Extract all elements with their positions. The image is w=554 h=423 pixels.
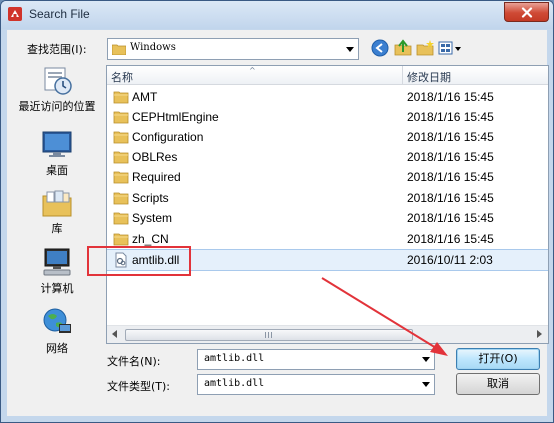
- filename-label: 文件名(N):: [107, 355, 161, 368]
- app-icon: [8, 7, 22, 21]
- file-date: 2018/1/16 15:45: [407, 150, 494, 164]
- view-menu-icon[interactable]: [438, 39, 462, 57]
- lookin-label: 查找范围(I):: [27, 43, 87, 56]
- new-folder-icon[interactable]: [416, 39, 434, 57]
- back-icon[interactable]: [371, 39, 389, 57]
- chevron-down-icon: [421, 357, 430, 362]
- filetype-value: amtlib.dll: [204, 378, 265, 389]
- list-item[interactable]: System 2018/1/16 15:45: [107, 208, 548, 228]
- file-name: System: [132, 211, 173, 225]
- column-divider[interactable]: [402, 66, 403, 84]
- file-name: CEPHtmlEngine: [132, 110, 219, 124]
- file-date: 2018/1/16 15:45: [407, 130, 494, 144]
- file-list[interactable]: ^ 名称 修改日期 AMT 2018/1/16 15:45 CEPHtmlEng…: [106, 65, 549, 344]
- file-name: OBLRes: [132, 150, 178, 164]
- window-title: Search File: [29, 7, 90, 21]
- sort-ascending-icon: ^: [249, 66, 256, 75]
- horizontal-scrollbar[interactable]: [107, 325, 548, 343]
- cancel-button[interactable]: 取消: [456, 373, 540, 395]
- annotation-highlight-box: [87, 246, 191, 276]
- place-label: 网络: [46, 342, 68, 355]
- folder-icon: [113, 131, 129, 144]
- dialog-body: 查找范围(I): Windows 最近访问的位置 桌面 库 计算机 网络 ^ 名…: [7, 30, 549, 416]
- list-item[interactable]: Configuration 2018/1/16 15:45: [107, 127, 548, 147]
- folder-icon: [112, 44, 126, 55]
- places-bar: 最近访问的位置 桌面 库 计算机 网络: [11, 64, 103, 356]
- lookin-dropdown-button[interactable]: [341, 39, 358, 59]
- chevron-down-icon: [421, 382, 430, 387]
- close-icon: [521, 6, 532, 18]
- column-header-name[interactable]: 名称: [111, 69, 133, 85]
- folder-icon: [113, 171, 129, 184]
- place-network[interactable]: 网络: [11, 306, 103, 356]
- place-label: 最近访问的位置: [18, 100, 96, 113]
- place-label: 库: [51, 222, 63, 235]
- file-date: 2018/1/16 15:45: [407, 191, 494, 205]
- filename-combobox[interactable]: amtlib.dll: [197, 349, 435, 370]
- filetype-label: 文件类型(T):: [107, 380, 171, 393]
- recent-places-icon: [44, 67, 72, 95]
- folder-icon: [113, 233, 129, 246]
- place-recent[interactable]: 最近访问的位置: [11, 64, 103, 114]
- scroll-left-icon[interactable]: [112, 330, 117, 338]
- list-item[interactable]: Scripts 2018/1/16 15:45: [107, 188, 548, 208]
- folder-icon: [113, 91, 129, 104]
- chevron-down-icon: [345, 46, 354, 52]
- file-name: zh_CN: [132, 232, 169, 246]
- list-header: ^ 名称 修改日期: [107, 66, 548, 85]
- file-date: 2016/10/11 2:03: [407, 253, 493, 267]
- place-desktop[interactable]: 桌面: [11, 130, 103, 178]
- place-label: 计算机: [40, 282, 74, 295]
- folder-icon: [113, 212, 129, 225]
- lookin-value: Windows: [130, 42, 176, 53]
- desktop-icon: [42, 131, 72, 157]
- scrollbar-grip: [265, 332, 273, 338]
- up-folder-icon[interactable]: [394, 39, 412, 57]
- file-date: 2018/1/16 15:45: [407, 211, 494, 225]
- list-item[interactable]: AMT 2018/1/16 15:45: [107, 87, 548, 107]
- folder-icon: [113, 192, 129, 205]
- file-date: 2018/1/16 15:45: [407, 110, 494, 124]
- filetype-select[interactable]: amtlib.dll: [197, 374, 435, 395]
- list-item[interactable]: CEPHtmlEngine 2018/1/16 15:45: [107, 107, 548, 127]
- title-bar[interactable]: Search File: [1, 1, 553, 29]
- scroll-right-icon[interactable]: [537, 330, 542, 338]
- list-item[interactable]: Required 2018/1/16 15:45: [107, 167, 548, 187]
- column-header-date[interactable]: 修改日期: [407, 69, 451, 85]
- folder-icon: [113, 151, 129, 164]
- file-name: Required: [132, 170, 181, 184]
- computer-icon: [43, 248, 71, 276]
- filename-value: amtlib.dll: [204, 353, 265, 364]
- open-button[interactable]: 打开(O): [456, 348, 540, 370]
- place-label: 桌面: [46, 164, 68, 177]
- network-icon: [43, 308, 71, 333]
- file-name: Scripts: [132, 191, 169, 205]
- file-name: Configuration: [132, 130, 204, 144]
- list-item[interactable]: OBLRes 2018/1/16 15:45: [107, 147, 548, 167]
- filetype-dropdown-button[interactable]: [417, 375, 434, 394]
- folder-icon: [113, 111, 129, 124]
- file-date: 2018/1/16 15:45: [407, 170, 494, 184]
- close-button[interactable]: [504, 2, 549, 22]
- file-date: 2018/1/16 15:45: [407, 232, 494, 246]
- lookin-combobox[interactable]: Windows: [107, 38, 359, 60]
- search-file-dialog: Search File 查找范围(I): Windows 最近访问的位置 桌面 …: [0, 0, 554, 423]
- libraries-icon: [42, 190, 72, 217]
- filename-dropdown-button[interactable]: [417, 350, 434, 369]
- place-libraries[interactable]: 库: [11, 188, 103, 236]
- scrollbar-thumb[interactable]: [125, 329, 413, 341]
- file-name: AMT: [132, 90, 158, 104]
- file-date: 2018/1/16 15:45: [407, 90, 494, 104]
